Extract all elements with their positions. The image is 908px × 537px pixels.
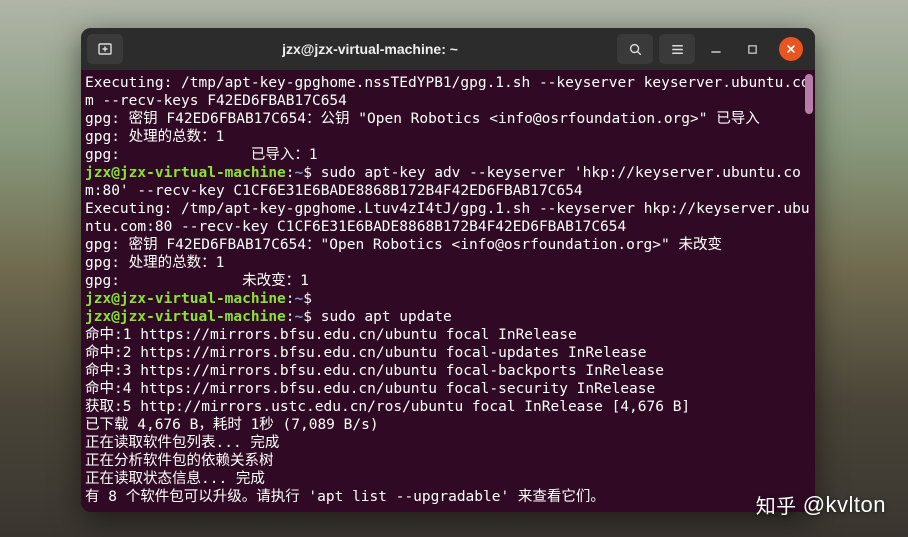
zhihu-logo: 知乎 <box>756 490 797 519</box>
output-line: 命中:1 https://mirrors.bfsu.edu.cn/ubuntu … <box>85 327 577 343</box>
output-line: 正在读取状态信息... 完成 <box>85 471 265 487</box>
prompt-path: ~ <box>295 309 304 325</box>
maximize-button[interactable] <box>737 34 767 64</box>
terminal-output[interactable]: Executing: /tmp/apt-key-gpghome.nssTEdYP… <box>81 70 815 512</box>
output-line: 有 8 个软件包可以升级。请执行 'apt list --upgradable'… <box>85 489 605 505</box>
window-title: jzx@jzx-virtual-machine: ~ <box>129 41 611 57</box>
menu-button[interactable] <box>659 34 695 64</box>
output-line: gpg: 处理的总数：1 <box>85 129 224 145</box>
output-line: 正在分析软件包的依赖关系树 <box>85 453 274 469</box>
prompt-path: ~ <box>295 291 304 307</box>
close-button[interactable] <box>779 37 803 61</box>
search-button[interactable] <box>617 34 653 64</box>
prompt-path: ~ <box>295 165 304 181</box>
minimize-button[interactable] <box>701 34 731 64</box>
titlebar: jzx@jzx-virtual-machine: ~ <box>81 28 815 70</box>
output-line: 命中:4 https://mirrors.bfsu.edu.cn/ubuntu … <box>85 381 655 397</box>
scrollbar-thumb[interactable] <box>805 74 813 114</box>
output-line: 正在读取软件包列表... 完成 <box>85 435 279 451</box>
output-line: gpg: 密钥 F42ED6FBAB17C654："Open Robotics … <box>85 237 722 253</box>
output-line: 获取:5 http://mirrors.ustc.edu.cn/ros/ubun… <box>85 399 690 415</box>
output-line: gpg: 未改变：1 <box>85 273 309 289</box>
output-line: 已下载 4,676 B，耗时 1秒 (7,089 B/s) <box>85 417 379 433</box>
prompt-user: jzx@jzx-virtual-machine <box>85 165 286 181</box>
watermark: 知乎 @kvlton <box>756 490 886 519</box>
output-line: gpg: 已导入：1 <box>85 147 318 163</box>
terminal-window: jzx@jzx-virtual-machine: ~ Executing: /t… <box>81 28 815 512</box>
output-line: Executing: /tmp/apt-key-gpghome.Ltuv4zI4… <box>85 201 810 235</box>
prompt-user: jzx@jzx-virtual-machine <box>85 291 286 307</box>
prompt-user: jzx@jzx-virtual-machine <box>85 309 286 325</box>
output-line: gpg: 处理的总数：1 <box>85 255 224 271</box>
command-text: sudo apt update <box>312 309 452 325</box>
output-line: Executing: /tmp/apt-key-gpghome.nssTEdYP… <box>85 75 810 109</box>
new-tab-button[interactable] <box>87 34 123 64</box>
watermark-author: @kvlton <box>803 492 886 518</box>
output-line: gpg: 密钥 F42ED6FBAB17C654：公钥 "Open Roboti… <box>85 111 760 127</box>
output-line: 命中:3 https://mirrors.bfsu.edu.cn/ubuntu … <box>85 363 664 379</box>
output-line: 命中:2 https://mirrors.bfsu.edu.cn/ubuntu … <box>85 345 647 361</box>
